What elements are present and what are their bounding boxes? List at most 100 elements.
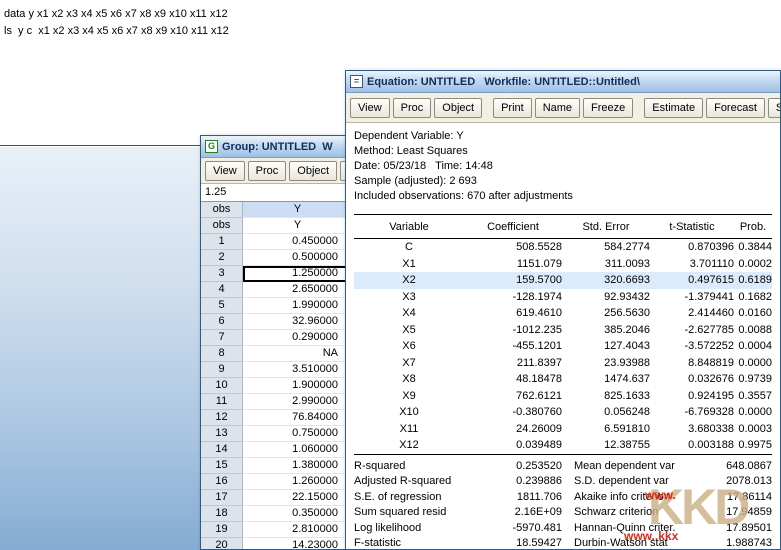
- y-column-header[interactable]: Y: [243, 202, 353, 218]
- group-titlebar[interactable]: G Group: UNTITLED W: [201, 136, 365, 158]
- y-value-cell[interactable]: 3.510000: [243, 362, 353, 378]
- y-value-cell[interactable]: 22.15000: [243, 490, 353, 506]
- coefficient-row[interactable]: X9762.6121825.16330.9241950.3557: [354, 388, 772, 405]
- obs-cell[interactable]: 5: [201, 298, 243, 314]
- equation-titlebar[interactable]: = Equation: UNTITLED Workfile: UNTITLED:…: [346, 71, 780, 93]
- y-value-cell[interactable]: 0.350000: [243, 506, 353, 522]
- value-cell: 48.18478: [464, 371, 562, 388]
- obs-cell[interactable]: 9: [201, 362, 243, 378]
- y-series-name-cell[interactable]: Y: [243, 218, 353, 234]
- coefficient-row[interactable]: X1124.260096.5918103.6803380.0003: [354, 421, 772, 438]
- toolbar-button-view[interactable]: View: [350, 98, 390, 118]
- obs-cell[interactable]: 10: [201, 378, 243, 394]
- y-value-cell[interactable]: 2.650000: [243, 282, 353, 298]
- value-cell: 0.032676: [650, 371, 734, 388]
- obs-cell[interactable]: 11: [201, 394, 243, 410]
- toolbar-button-object[interactable]: Object: [434, 98, 482, 118]
- equation-header-line: Sample (adjusted): 2 693: [354, 174, 772, 189]
- stat-value: 0.239886: [469, 474, 562, 490]
- obs-cell[interactable]: 3: [201, 266, 243, 282]
- value-cell: 92.93432: [562, 289, 650, 306]
- value-cell: -128.1974: [464, 289, 562, 306]
- y-value-cell[interactable]: 0.500000: [243, 250, 353, 266]
- obs-cell[interactable]: 18: [201, 506, 243, 522]
- obs-cell[interactable]: 6: [201, 314, 243, 330]
- group-row: 130.750000: [201, 426, 365, 442]
- obs-cell[interactable]: 19: [201, 522, 243, 538]
- coefficient-row[interactable]: X3-128.197492.93432-1.3794410.1682: [354, 289, 772, 306]
- coefficient-row[interactable]: X2159.5700320.66930.4976150.6189: [354, 272, 772, 289]
- toolbar-button-forecast[interactable]: Forecast: [706, 98, 765, 118]
- obs-corner-cell[interactable]: obs: [201, 202, 243, 218]
- obs-cell[interactable]: 16: [201, 474, 243, 490]
- group-row: 20.500000: [201, 250, 365, 266]
- y-value-cell[interactable]: 0.290000: [243, 330, 353, 346]
- coefficient-row[interactable]: X6-455.1201127.4043-3.5722520.0004: [354, 338, 772, 355]
- y-value-cell[interactable]: 1.060000: [243, 442, 353, 458]
- obs-cell[interactable]: 14: [201, 442, 243, 458]
- y-value-cell[interactable]: 1.380000: [243, 458, 353, 474]
- toolbar-button-name[interactable]: Name: [535, 98, 580, 118]
- value-cell: 8.848819: [650, 355, 734, 372]
- y-value-cell[interactable]: NA: [243, 346, 353, 362]
- y-value-cell[interactable]: 0.750000: [243, 426, 353, 442]
- obs-corner-cell[interactable]: obs: [201, 218, 243, 234]
- toolbar-button-print[interactable]: Print: [493, 98, 532, 118]
- obs-cell[interactable]: 2: [201, 250, 243, 266]
- value-cell: 0.003188: [650, 437, 734, 454]
- y-value-cell[interactable]: 2.990000: [243, 394, 353, 410]
- y-value-cell[interactable]: 76.84000: [243, 410, 353, 426]
- coefficient-row[interactable]: X11151.079311.00933.7011100.0002: [354, 256, 772, 273]
- group-row: 101.900000: [201, 378, 365, 394]
- value-cell: 0.9739: [734, 371, 772, 388]
- coefficient-row[interactable]: X10-0.3807600.056248-6.7693280.0000: [354, 404, 772, 421]
- coefficient-row[interactable]: X7211.839723.939888.8488190.0000: [354, 355, 772, 372]
- stats-row: R-squared0.253520Mean dependent var648.0…: [354, 459, 772, 475]
- variable-cell: X7: [354, 355, 464, 372]
- toolbar-button-estimate[interactable]: Estimate: [644, 98, 703, 118]
- value-cell: 256.5630: [562, 305, 650, 322]
- coefficient-row[interactable]: X848.184781474.6370.0326760.9739: [354, 371, 772, 388]
- coefficient-row[interactable]: X120.03948912.387550.0031880.9975: [354, 437, 772, 454]
- value-cell: 23.93988: [562, 355, 650, 372]
- coefficient-row[interactable]: C508.5528584.27740.8703960.3844: [354, 239, 772, 256]
- toolbar-button-proc[interactable]: Proc: [248, 161, 287, 181]
- toolbar-button-freeze[interactable]: Freeze: [583, 98, 633, 118]
- toolbar-button-view[interactable]: View: [205, 161, 245, 181]
- y-value-cell[interactable]: 1.260000: [243, 474, 353, 490]
- stat-value: 2078.013: [697, 474, 772, 490]
- selected-cell[interactable]: 1.250000: [243, 266, 353, 282]
- toolbar-button-proc[interactable]: Proc: [393, 98, 432, 118]
- obs-cell[interactable]: 20: [201, 538, 243, 550]
- y-value-cell[interactable]: 32.96000: [243, 314, 353, 330]
- group-row: 632.96000: [201, 314, 365, 330]
- stats-row: Sum squared resid2.16E+09Schwarz criteri…: [354, 505, 772, 521]
- toolbar-button-object[interactable]: Object: [289, 161, 337, 181]
- value-cell: 2.414460: [650, 305, 734, 322]
- cell-edit-field[interactable]: 1.25: [201, 184, 365, 202]
- variable-cell: X12: [354, 437, 464, 454]
- obs-cell[interactable]: 1: [201, 234, 243, 250]
- column-header: Prob.: [734, 221, 772, 233]
- toolbar-button-stats[interactable]: Stats: [768, 98, 781, 118]
- value-cell: 0.039489: [464, 437, 562, 454]
- coefficient-row[interactable]: X4619.4610256.56302.4144600.0160: [354, 305, 772, 322]
- y-value-cell[interactable]: 1.900000: [243, 378, 353, 394]
- y-value-cell[interactable]: 0.450000: [243, 234, 353, 250]
- obs-cell[interactable]: 8: [201, 346, 243, 362]
- y-value-cell[interactable]: 1.990000: [243, 298, 353, 314]
- obs-cell[interactable]: 15: [201, 458, 243, 474]
- obs-cell[interactable]: 13: [201, 426, 243, 442]
- group-window[interactable]: G Group: UNTITLED W ViewProcObjectPrint …: [200, 135, 366, 550]
- coefficient-row[interactable]: X5-1012.235385.2046-2.6277850.0088: [354, 322, 772, 339]
- stat-value: 648.0867: [697, 459, 772, 475]
- stat-value: 1811.706: [469, 490, 562, 506]
- equation-window[interactable]: = Equation: UNTITLED Workfile: UNTITLED:…: [345, 70, 781, 550]
- obs-cell[interactable]: 12: [201, 410, 243, 426]
- y-value-cell[interactable]: 14.23000: [243, 538, 353, 550]
- variable-cell: X3: [354, 289, 464, 306]
- obs-cell[interactable]: 7: [201, 330, 243, 346]
- y-value-cell[interactable]: 2.810000: [243, 522, 353, 538]
- obs-cell[interactable]: 17: [201, 490, 243, 506]
- obs-cell[interactable]: 4: [201, 282, 243, 298]
